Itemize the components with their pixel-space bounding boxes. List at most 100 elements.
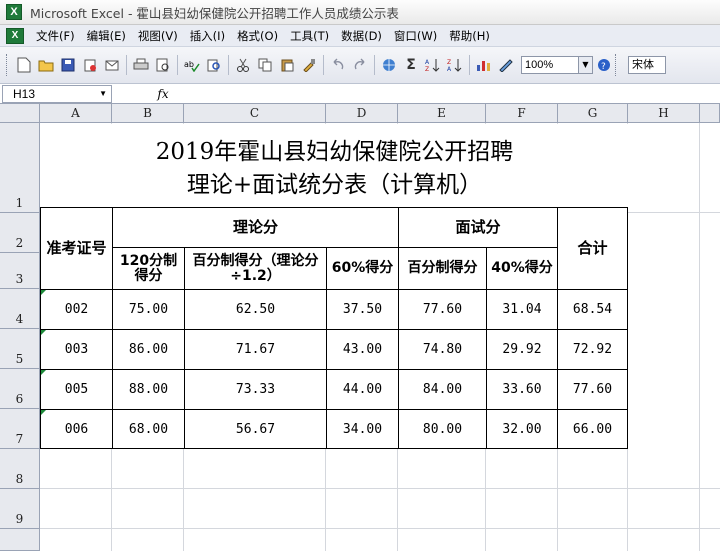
- select-all-corner[interactable]: [0, 104, 40, 123]
- column-header-i[interactable]: [700, 104, 720, 123]
- table-cell[interactable]: 66.00: [557, 409, 628, 449]
- workbook-icon[interactable]: X: [6, 27, 24, 44]
- header-sub-c[interactable]: 百分制得分（理论分÷1.2）: [184, 247, 327, 290]
- new-icon[interactable]: [14, 55, 34, 75]
- email-icon[interactable]: [102, 55, 122, 75]
- chart-wizard-icon[interactable]: [474, 55, 494, 75]
- name-box[interactable]: H13 ▼: [2, 84, 112, 103]
- row-header-6[interactable]: 6: [0, 369, 40, 409]
- row-header-3[interactable]: 3: [0, 253, 40, 289]
- formula-input[interactable]: [178, 85, 720, 103]
- menu-help[interactable]: 帮助(H): [443, 28, 496, 44]
- copy-icon[interactable]: [255, 55, 275, 75]
- table-cell[interactable]: 29.92: [486, 329, 558, 370]
- menu-file[interactable]: 文件(F): [30, 28, 81, 44]
- menu-view[interactable]: 视图(V): [132, 28, 184, 44]
- table-cell[interactable]: 33.60: [486, 369, 558, 410]
- chevron-down-icon[interactable]: ▼: [99, 86, 107, 102]
- table-cell[interactable]: 86.00: [112, 329, 185, 370]
- function-icon[interactable]: fx: [148, 87, 178, 101]
- header-sub-d[interactable]: 60%得分: [326, 247, 399, 290]
- table-cell[interactable]: 77.60: [398, 289, 487, 330]
- header-sub-e[interactable]: 百分制得分: [398, 247, 487, 290]
- open-icon[interactable]: [36, 55, 56, 75]
- font-select[interactable]: 宋体: [628, 56, 666, 74]
- table-cell[interactable]: 77.60: [557, 369, 628, 410]
- column-header-g[interactable]: G: [558, 104, 628, 123]
- print-preview-icon[interactable]: [153, 55, 173, 75]
- header-interview[interactable]: 面试分: [398, 207, 558, 248]
- row-header-4[interactable]: 4: [0, 289, 40, 329]
- cut-icon[interactable]: [233, 55, 253, 75]
- undo-icon[interactable]: [328, 55, 348, 75]
- table-cell[interactable]: 71.67: [184, 329, 327, 370]
- menu-edit[interactable]: 编辑(E): [81, 28, 132, 44]
- column-header-d[interactable]: D: [326, 104, 398, 123]
- row-header-5[interactable]: 5: [0, 329, 40, 369]
- table-cell[interactable]: 31.04: [486, 289, 558, 330]
- table-cell[interactable]: 005: [40, 369, 113, 410]
- column-header-c[interactable]: C: [184, 104, 326, 123]
- autosum-icon[interactable]: Σ: [401, 55, 421, 75]
- table-cell[interactable]: 37.50: [326, 289, 399, 330]
- menu-insert[interactable]: 插入(I): [184, 28, 231, 44]
- hyperlink-icon[interactable]: [379, 55, 399, 75]
- table-cell[interactable]: 68.54: [557, 289, 628, 330]
- header-theory[interactable]: 理论分: [112, 207, 399, 248]
- row-header-7[interactable]: 7: [0, 409, 40, 449]
- table-cell[interactable]: 73.33: [184, 369, 327, 410]
- row-header-9[interactable]: 9: [0, 489, 40, 529]
- column-header-b[interactable]: B: [112, 104, 184, 123]
- print-icon[interactable]: [131, 55, 151, 75]
- menu-data[interactable]: 数据(D): [335, 28, 388, 44]
- table-cell[interactable]: 84.00: [398, 369, 487, 410]
- chevron-down-icon[interactable]: ▼: [579, 56, 593, 74]
- paste-icon[interactable]: [277, 55, 297, 75]
- excel-icon[interactable]: X: [6, 4, 22, 20]
- column-header-h[interactable]: H: [628, 104, 700, 123]
- table-cell[interactable]: 72.92: [557, 329, 628, 370]
- format-painter-icon[interactable]: [299, 55, 319, 75]
- column-header-f[interactable]: F: [486, 104, 558, 123]
- table-cell[interactable]: 32.00: [486, 409, 558, 449]
- table-cell[interactable]: 75.00: [112, 289, 185, 330]
- table-cell[interactable]: 56.67: [184, 409, 327, 449]
- spelling-icon[interactable]: ab: [182, 55, 202, 75]
- row-header-2[interactable]: 2: [0, 213, 40, 253]
- table-cell[interactable]: 003: [40, 329, 113, 370]
- table-cell[interactable]: 34.00: [326, 409, 399, 449]
- table-cell[interactable]: 43.00: [326, 329, 399, 370]
- column-header-a[interactable]: A: [40, 104, 112, 123]
- table-cell[interactable]: 62.50: [184, 289, 327, 330]
- header-exam-no[interactable]: 准考证号: [40, 207, 113, 290]
- sort-ascending-icon[interactable]: AZ: [423, 55, 443, 75]
- sheet-title[interactable]: 2019年霍山县妇幼保健院公开招聘 理论+面试统分表（计算机）: [41, 124, 628, 212]
- save-icon[interactable]: [58, 55, 78, 75]
- row-header-1[interactable]: 1: [0, 123, 40, 213]
- zoom-select[interactable]: 100%: [521, 56, 579, 74]
- column-header-e[interactable]: E: [398, 104, 486, 123]
- menu-format[interactable]: 格式(O): [231, 28, 284, 44]
- table-cell[interactable]: 88.00: [112, 369, 185, 410]
- toolbar-grip[interactable]: [615, 54, 618, 76]
- header-total[interactable]: 合计: [557, 207, 628, 290]
- menu-tools[interactable]: 工具(T): [284, 28, 335, 44]
- table-cell[interactable]: 68.00: [112, 409, 185, 449]
- row-header-10[interactable]: [0, 529, 40, 551]
- header-sub-f[interactable]: 40%得分: [486, 247, 558, 290]
- table-cell[interactable]: 74.80: [398, 329, 487, 370]
- header-sub-b[interactable]: 120分制得分: [112, 247, 185, 290]
- toolbar-grip[interactable]: [6, 54, 9, 76]
- table-cell[interactable]: 80.00: [398, 409, 487, 449]
- row-header-8[interactable]: 8: [0, 449, 40, 489]
- table-cell[interactable]: 006: [40, 409, 113, 449]
- table-cell[interactable]: 002: [40, 289, 113, 330]
- drawing-icon[interactable]: [496, 55, 516, 75]
- redo-icon[interactable]: [350, 55, 370, 75]
- permission-icon[interactable]: [80, 55, 100, 75]
- help-icon[interactable]: ?: [594, 55, 614, 75]
- research-icon[interactable]: [204, 55, 224, 75]
- menu-window[interactable]: 窗口(W): [388, 28, 443, 44]
- sort-descending-icon[interactable]: ZA: [445, 55, 465, 75]
- table-cell[interactable]: 44.00: [326, 369, 399, 410]
